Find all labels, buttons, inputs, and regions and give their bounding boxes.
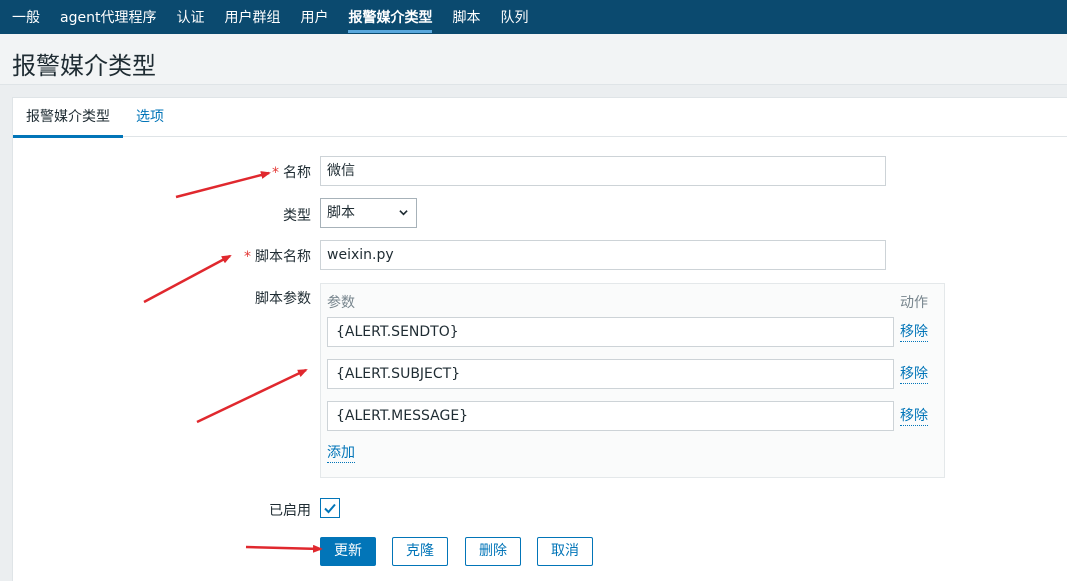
nav-item-general[interactable]: 一般: [0, 0, 50, 34]
param-input-2[interactable]: {ALERT.SUBJECT}: [327, 359, 894, 389]
clone-button[interactable]: 克隆: [392, 537, 448, 566]
update-button[interactable]: 更新: [320, 537, 376, 566]
action-column-header: 动作: [900, 295, 928, 311]
top-nav: 一般 agent代理程序 认证 用户群组 用户 报警媒介类型 脚本 队列: [0, 0, 1067, 34]
nav-item-scripts[interactable]: 脚本: [442, 0, 490, 34]
tab-options[interactable]: 选项: [123, 98, 177, 137]
add-param-link[interactable]: 添加: [327, 445, 355, 463]
remove-param-3-link[interactable]: 移除: [900, 408, 928, 426]
script-params-table: 参数 动作 {ALERT.SENDTO} 移除 {ALERT.SUBJECT} …: [320, 283, 945, 478]
nav-item-media-types[interactable]: 报警媒介类型: [338, 0, 442, 34]
nav-item-authentication[interactable]: 认证: [166, 0, 214, 34]
nav-item-users[interactable]: 用户: [290, 0, 338, 34]
tab-media-type[interactable]: 报警媒介类型: [13, 98, 123, 138]
delete-button[interactable]: 删除: [465, 537, 521, 566]
param-input-3[interactable]: {ALERT.MESSAGE}: [327, 401, 894, 431]
enabled-checkbox[interactable]: [320, 498, 340, 518]
nav-item-user-groups[interactable]: 用户群组: [214, 0, 290, 34]
remove-param-1-link[interactable]: 移除: [900, 324, 928, 342]
nav-item-queue[interactable]: 队列: [490, 0, 538, 34]
param-input-1[interactable]: {ALERT.SENDTO}: [327, 317, 894, 347]
content-panel: 报警媒介类型 选项 * 名称 微信 类型 脚本 * 脚本名称 weixin.py 脚…: [12, 97, 1067, 581]
nav-item-agent[interactable]: agent代理程序: [50, 0, 166, 34]
param-column-header: 参数: [327, 295, 355, 311]
name-input[interactable]: 微信: [320, 156, 886, 186]
page-title: 报警媒介类型: [12, 52, 156, 80]
chevron-down-icon: [399, 210, 408, 216]
script-name-label: * 脚本名称: [244, 249, 311, 265]
cancel-button[interactable]: 取消: [537, 537, 593, 566]
tab-bar: 报警媒介类型 选项: [13, 98, 1067, 138]
name-label: * 名称: [272, 165, 311, 181]
script-params-label: 脚本参数: [255, 291, 311, 307]
type-label: 类型: [283, 208, 311, 224]
enabled-label: 已启用: [269, 503, 311, 519]
check-icon: [324, 503, 336, 514]
remove-param-2-link[interactable]: 移除: [900, 366, 928, 384]
required-marker: *: [244, 249, 251, 265]
type-select-value: 脚本: [327, 205, 355, 221]
script-name-input[interactable]: weixin.py: [320, 240, 886, 270]
required-marker: *: [272, 165, 279, 181]
type-select[interactable]: 脚本: [320, 198, 417, 228]
page-header: 报警媒介类型: [0, 34, 1067, 85]
